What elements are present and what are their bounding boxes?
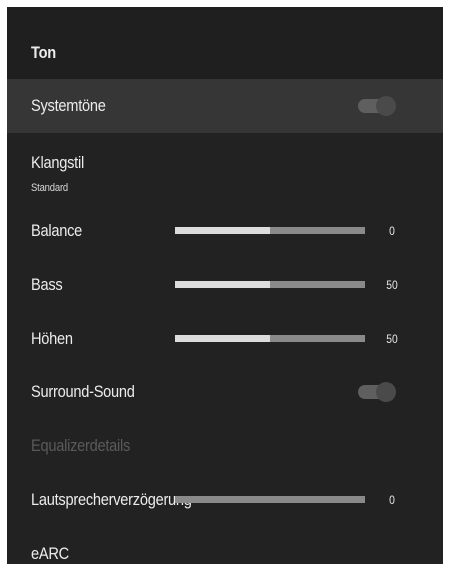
- setting-row-bass[interactable]: Bass 50: [7, 258, 443, 312]
- setting-label: Surround-Sound: [31, 382, 135, 401]
- slider-value: 50: [386, 332, 398, 346]
- setting-label: Höhen: [31, 329, 73, 348]
- setting-row-equalizerdetails: Equalizerdetails: [7, 419, 443, 473]
- setting-row-hoehen[interactable]: Höhen 50: [7, 312, 443, 366]
- slider-value: 50: [386, 278, 398, 292]
- setting-label: Balance: [31, 221, 83, 240]
- toggle-knob: [376, 382, 396, 402]
- toggle-knob: [376, 96, 396, 116]
- setting-row-surround-sound[interactable]: Surround-Sound: [7, 365, 443, 419]
- setting-sublabel: Standard: [31, 182, 69, 194]
- sound-settings-panel: Ton Systemtöne Klangstil Standard Balanc…: [7, 7, 443, 564]
- setting-row-lautsprecherverzoegerung[interactable]: Lautsprecherverzögerung 0: [7, 473, 443, 527]
- setting-row-earc[interactable]: eARC: [7, 527, 443, 564]
- panel-header: Ton: [7, 7, 443, 79]
- lautsprecherverzoegerung-slider[interactable]: [175, 496, 365, 503]
- setting-label: Lautsprecherverzögerung: [31, 490, 192, 509]
- slider-value: 0: [389, 224, 395, 238]
- balance-slider[interactable]: [175, 227, 365, 234]
- hoehen-slider[interactable]: [175, 335, 365, 342]
- setting-label: Bass: [31, 275, 63, 294]
- setting-label: Systemtöne: [31, 96, 106, 115]
- setting-label: eARC: [31, 544, 69, 563]
- slider-fill: [175, 335, 270, 342]
- slider-fill: [175, 281, 270, 288]
- setting-label: Equalizerdetails: [31, 436, 131, 455]
- setting-row-klangstil[interactable]: Klangstil Standard: [7, 145, 443, 199]
- setting-label: Klangstil: [31, 153, 84, 172]
- surround-sound-toggle[interactable]: [358, 382, 396, 402]
- systemtoene-toggle[interactable]: [358, 96, 396, 116]
- slider-fill: [175, 227, 270, 234]
- page-title: Ton: [31, 43, 56, 62]
- setting-row-balance[interactable]: Balance 0: [7, 204, 443, 258]
- bass-slider[interactable]: [175, 281, 365, 288]
- setting-row-systemtoene[interactable]: Systemtöne: [7, 79, 443, 133]
- slider-value: 0: [389, 493, 395, 507]
